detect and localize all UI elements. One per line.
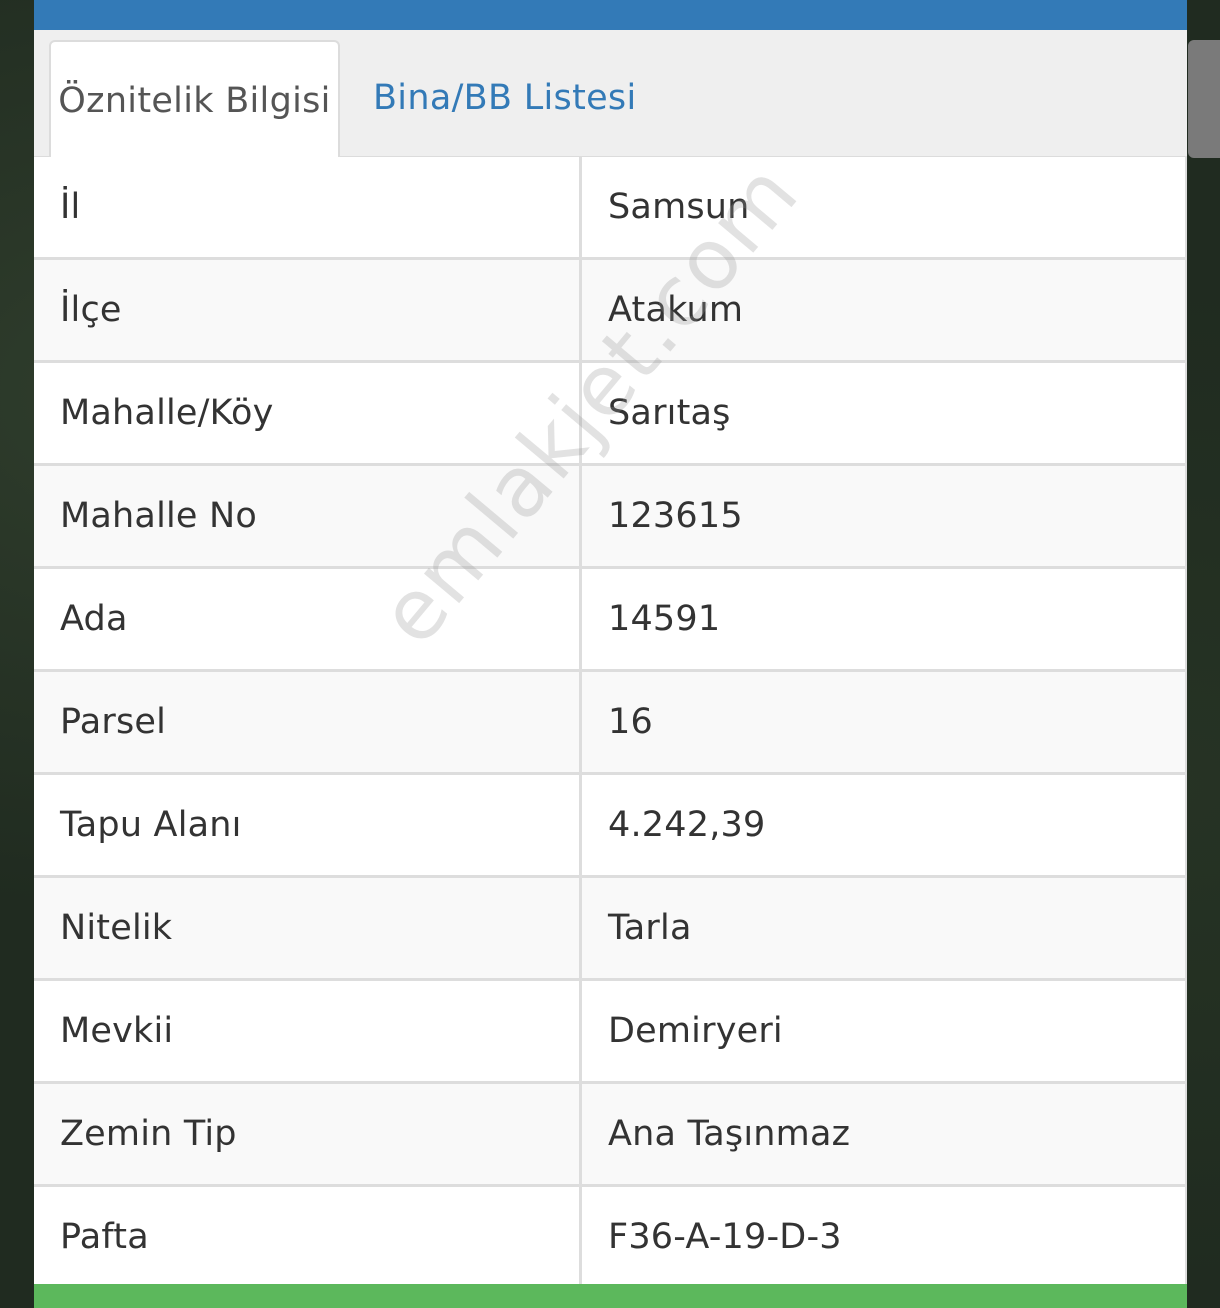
attribute-key: Pafta xyxy=(34,1187,582,1287)
table-row: Ada 14591 xyxy=(34,569,1185,672)
attribute-key: Mahalle No xyxy=(34,466,582,566)
attribute-value: F36-A-19-D-3 xyxy=(608,1217,842,1257)
table-row: Mahalle/Köy Sarıtaş xyxy=(34,363,1185,466)
attribute-value: 123615 xyxy=(608,496,743,536)
attribute-value: 4.242,39 xyxy=(608,805,766,845)
table-row: Parsel 16 xyxy=(34,672,1185,775)
attribute-key: Nitelik xyxy=(34,878,582,978)
scrollbar[interactable] xyxy=(1188,40,1220,158)
table-row: Tapu Alanı 4.242,39 xyxy=(34,775,1185,878)
panel-footer-bar xyxy=(34,1284,1187,1308)
attribute-key: İl xyxy=(34,157,582,257)
attribute-table: İl Samsun İlçe Atakum Mahalle/Köy Sarıta… xyxy=(34,157,1187,1290)
attribute-value: Samsun xyxy=(608,187,750,227)
attribute-value: Sarıtaş xyxy=(608,393,731,433)
table-row: İlçe Atakum xyxy=(34,260,1185,363)
info-panel: Öznitelik Bilgisi Bina/BB Listesi İl Sam… xyxy=(34,0,1187,1308)
attribute-key: Ada xyxy=(34,569,582,669)
tab-attribute-info[interactable]: Öznitelik Bilgisi xyxy=(49,40,340,159)
attribute-key: İlçe xyxy=(34,260,582,360)
attribute-value: Atakum xyxy=(608,290,744,330)
table-row: İl Samsun xyxy=(34,157,1185,260)
attribute-value: Ana Taşınmaz xyxy=(608,1114,851,1154)
attribute-value: 16 xyxy=(608,702,653,742)
attribute-key: Zemin Tip xyxy=(34,1084,582,1184)
panel-header-bar xyxy=(34,0,1187,30)
table-row: Pafta F36-A-19-D-3 xyxy=(34,1187,1185,1290)
attribute-key: Parsel xyxy=(34,672,582,772)
tab-building-list[interactable]: Bina/BB Listesi xyxy=(373,40,636,156)
table-row: Mevkii Demiryeri xyxy=(34,981,1185,1084)
tab-bar: Öznitelik Bilgisi Bina/BB Listesi xyxy=(34,30,1187,159)
attribute-value: 14591 xyxy=(608,599,721,639)
attribute-key: Tapu Alanı xyxy=(34,775,582,875)
table-row: Nitelik Tarla xyxy=(34,878,1185,981)
attribute-value: Tarla xyxy=(608,908,692,948)
attribute-value: Demiryeri xyxy=(608,1011,783,1051)
table-row: Mahalle No 123615 xyxy=(34,466,1185,569)
table-row: Zemin Tip Ana Taşınmaz xyxy=(34,1084,1185,1187)
attribute-key: Mahalle/Köy xyxy=(34,363,582,463)
attribute-key: Mevkii xyxy=(34,981,582,1081)
